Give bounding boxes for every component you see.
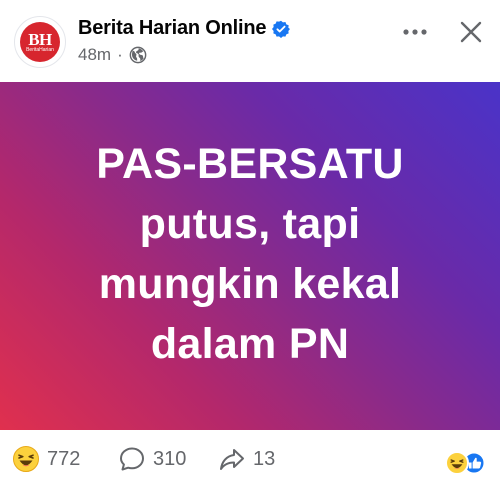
- comment-button[interactable]: 310: [118, 445, 186, 473]
- post-image[interactable]: PAS-BERSATU putus, tapi mungkin kekal da…: [0, 82, 500, 430]
- post-meta: 48m ·: [78, 45, 147, 65]
- share-button[interactable]: 13: [218, 445, 275, 473]
- comment-bubble-icon: [120, 447, 144, 471]
- comment-count: 310: [153, 447, 187, 470]
- page-name-row: Berita Harian Online: [78, 17, 291, 40]
- more-options-button[interactable]: [400, 18, 430, 46]
- post-header: BH BeritaHarian Berita Harian Online 48m…: [0, 0, 500, 82]
- haha-summary-icon: [445, 451, 469, 475]
- reaction-summary-icons: [445, 451, 486, 475]
- logo-subtext: BeritaHarian: [26, 46, 54, 53]
- meta-separator: ·: [117, 45, 123, 64]
- headline: PAS-BERSATU putus, tapi mungkin kekal da…: [96, 134, 404, 374]
- headline-line: mungkin kekal: [98, 260, 402, 308]
- haha-emoji-icon: [13, 446, 39, 472]
- close-button[interactable]: [455, 16, 487, 48]
- page-name[interactable]: Berita Harian Online: [78, 17, 266, 40]
- logo-text: BH: [28, 29, 52, 49]
- react-button[interactable]: 772: [12, 445, 80, 473]
- share-count: 13: [253, 447, 276, 470]
- close-icon: [460, 21, 482, 43]
- engagement-bar: 772 310 13: [0, 430, 500, 485]
- post-time[interactable]: 48m: [78, 45, 111, 65]
- headline-line: PAS-BERSATU: [96, 140, 404, 188]
- reaction-summary[interactable]: [444, 450, 488, 476]
- reaction-count: 772: [47, 447, 81, 470]
- share-arrow-icon: [220, 449, 244, 470]
- page-avatar[interactable]: BH BeritaHarian: [14, 16, 66, 68]
- headline-line: putus, tapi: [139, 200, 361, 248]
- more-options-icon: [403, 29, 427, 35]
- headline-line: dalam PN: [150, 320, 350, 368]
- globe-icon: [129, 46, 147, 64]
- verified-badge-icon: [272, 20, 291, 38]
- page-logo: BH BeritaHarian: [20, 22, 60, 62]
